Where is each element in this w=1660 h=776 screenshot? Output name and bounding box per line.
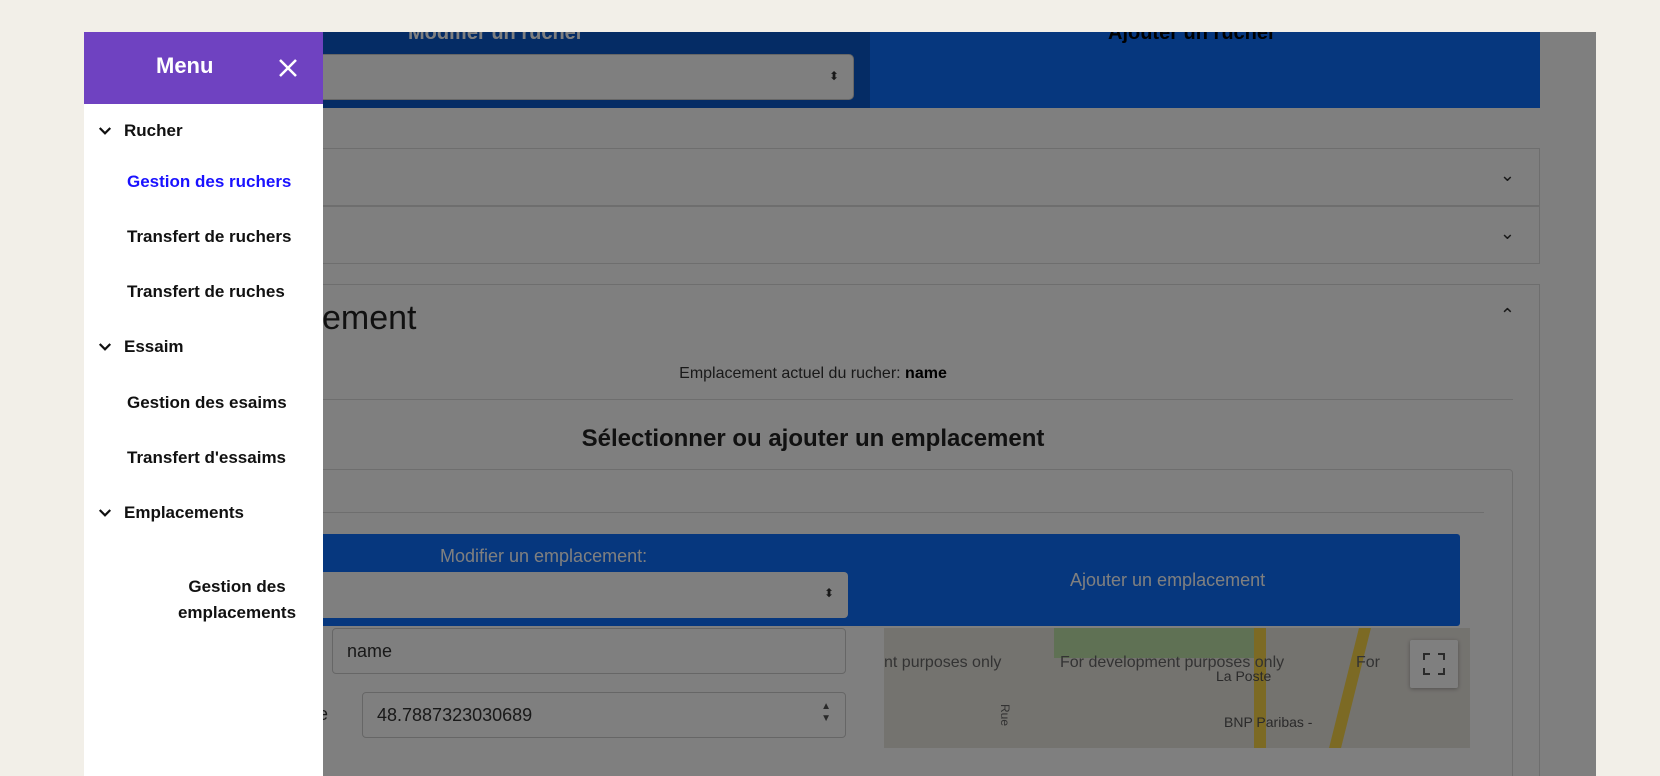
side-menu: Menu Rucher Gestion des ruchers Transfer… <box>84 32 323 776</box>
menu-link-gestion-ruchers[interactable]: Gestion des ruchers <box>127 169 291 195</box>
chevron-down-icon <box>98 343 112 351</box>
menu-link-gestion-esaims[interactable]: Gestion des esaims <box>127 390 287 416</box>
menu-link-transfert-essaims[interactable]: Transfert d'essaims <box>127 445 286 471</box>
close-icon[interactable] <box>276 56 300 80</box>
menu-group-label: Essaim <box>124 337 184 356</box>
menu-link-line: Gestion des <box>188 577 286 596</box>
menu-group-emplacements[interactable]: Emplacements <box>96 498 244 528</box>
menu-group-essaim[interactable]: Essaim <box>96 332 184 362</box>
chevron-down-icon <box>98 509 112 517</box>
menu-link-transfert-ruchers[interactable]: Transfert de ruchers <box>127 224 291 250</box>
menu-link-gestion-emplacements[interactable]: Gestion des emplacements <box>172 574 302 626</box>
chevron-down-icon <box>98 127 112 135</box>
menu-link-line: emplacements <box>177 603 297 622</box>
menu-link-transfert-ruches[interactable]: Transfert de ruches <box>127 279 285 305</box>
menu-group-label: Rucher <box>124 121 183 140</box>
menu-title: Menu <box>156 53 214 78</box>
menu-group-rucher[interactable]: Rucher <box>96 116 183 146</box>
menu-header: Menu <box>84 32 323 104</box>
menu-group-label: Emplacements <box>124 503 244 522</box>
